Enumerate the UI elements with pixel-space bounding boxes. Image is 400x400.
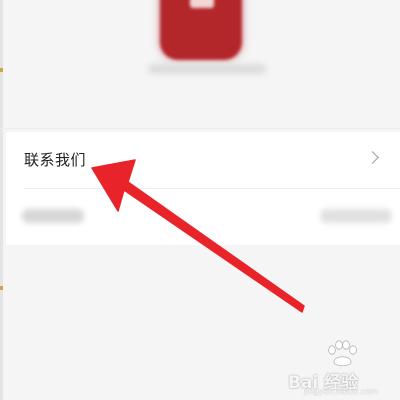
blurred-value — [320, 209, 392, 223]
settings-list: 联系我们 — [6, 132, 400, 245]
list-item-label: 联系我们 — [24, 151, 87, 169]
app-name-blurred — [148, 64, 266, 74]
baidu-paw-icon — [328, 340, 357, 367]
app-logo-icon — [160, 0, 242, 60]
left-edge-strip — [0, 0, 3, 400]
chevron-right-icon — [366, 151, 379, 164]
blurred-label — [22, 209, 84, 223]
edge-mark — [0, 286, 3, 290]
list-item-blurred[interactable] — [6, 189, 400, 245]
watermark-url: jingyan.baidu.com — [304, 387, 378, 396]
list-item-contact-us[interactable]: 联系我们 — [6, 132, 400, 188]
section-divider — [0, 128, 400, 129]
watermark: Bai 经验 jingyan.baidu.com — [288, 340, 392, 396]
edge-mark — [0, 68, 3, 72]
